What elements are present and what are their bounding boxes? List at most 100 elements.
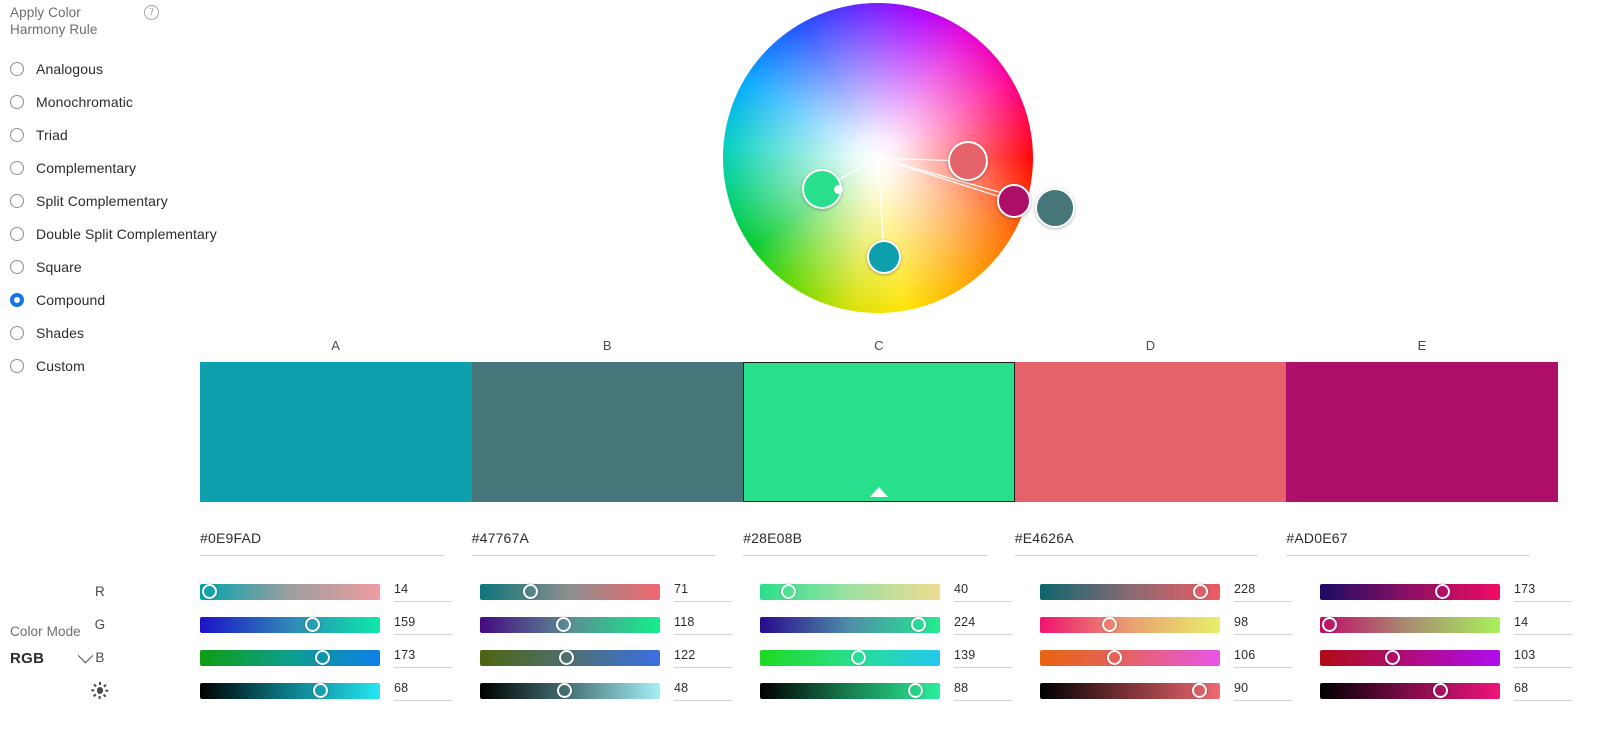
slider-knob-b-g[interactable] — [555, 617, 571, 632]
slider-knob-d-brightness[interactable] — [1191, 683, 1207, 698]
slider-value-e-b[interactable]: 103 — [1514, 648, 1572, 668]
slider-knob-e-r[interactable] — [1434, 584, 1450, 599]
slider-knob-a-b[interactable] — [314, 650, 330, 665]
slider-knob-d-r[interactable] — [1193, 584, 1209, 599]
slider-track-d-g[interactable] — [1040, 616, 1220, 633]
slider-track-d-brightness[interactable] — [1040, 682, 1220, 699]
channel-label-g: G — [94, 617, 106, 632]
slider-value-c-b[interactable]: 139 — [954, 648, 1012, 668]
harmony-rule-complementary[interactable]: Complementary — [10, 151, 205, 184]
wheel-node-b[interactable] — [1034, 187, 1075, 228]
harmony-rule-label: Compound — [36, 291, 106, 308]
hex-input-e[interactable]: #AD0E67 — [1286, 530, 1530, 556]
slider-value-c-g[interactable]: 224 — [954, 615, 1012, 635]
wheel-node-c[interactable] — [802, 169, 844, 209]
slider-knob-e-b[interactable] — [1385, 650, 1401, 665]
slider-knob-e-brightness[interactable] — [1433, 683, 1449, 698]
slider-knob-b-brightness[interactable] — [557, 683, 573, 698]
wheel-node-d[interactable] — [947, 141, 988, 182]
slider-track-e-g[interactable] — [1320, 616, 1500, 633]
sun-core — [96, 687, 104, 694]
slider-track-c-g[interactable] — [760, 616, 940, 633]
slider-track-e-b[interactable] — [1320, 649, 1500, 666]
slider-cells: 68 48 88 90 68 — [200, 681, 1600, 701]
slider-track-c-r[interactable] — [760, 583, 940, 600]
hex-value-row: #0E9FAD #47767A #28E08B #E4626A #AD0E67 — [200, 530, 1558, 556]
harmony-rule-shades[interactable]: Shades — [10, 316, 205, 349]
slider-value-d-brightness[interactable]: 90 — [1234, 681, 1292, 701]
harmony-rule-triad[interactable]: Triad — [10, 118, 205, 151]
slider-knob-d-b[interactable] — [1107, 650, 1123, 665]
slider-value-c-r[interactable]: 40 — [954, 582, 1012, 602]
slider-knob-d-g[interactable] — [1101, 617, 1117, 632]
hex-input-a[interactable]: #0E9FAD — [200, 530, 444, 556]
slider-track-b-b[interactable] — [480, 649, 660, 666]
hex-input-c[interactable]: #28E08B — [743, 530, 987, 556]
help-circle-icon[interactable]: ? — [144, 5, 159, 20]
slider-value-a-b[interactable]: 173 — [394, 648, 452, 668]
slider-value-b-r[interactable]: 71 — [674, 582, 732, 602]
slider-track-a-r[interactable] — [200, 583, 380, 600]
slider-track-b-brightness[interactable] — [480, 682, 660, 699]
slider-knob-c-b[interactable] — [850, 650, 866, 665]
panel-title: Apply Color Harmony Rule — [10, 5, 98, 37]
slider-track-b-r[interactable] — [480, 583, 660, 600]
harmony-rule-compound[interactable]: Compound — [10, 283, 205, 316]
slider-track-a-g[interactable] — [200, 616, 380, 633]
slider-knob-a-g[interactable] — [304, 617, 320, 632]
slider-value-c-brightness[interactable]: 88 — [954, 681, 1012, 701]
wheel-node-e[interactable] — [997, 184, 1032, 219]
harmony-rule-custom[interactable]: Custom — [10, 349, 205, 382]
harmony-rule-double-split-complementary[interactable]: Double Split Complementary — [10, 217, 217, 250]
slider-value-e-r[interactable]: 173 — [1514, 582, 1572, 602]
harmony-rule-square[interactable]: Square — [10, 250, 205, 283]
hex-input-d[interactable]: #E4626A — [1014, 530, 1259, 556]
slider-knob-c-brightness[interactable] — [908, 683, 924, 698]
slider-value-b-brightness[interactable]: 48 — [674, 681, 732, 701]
channel-slider-section: R 14 71 40 228 173 G 159 118 224 98 14 B 173 122 139 106… — [0, 575, 1600, 707]
slider-knob-c-g[interactable] — [910, 617, 926, 632]
slider-knob-b-b[interactable] — [558, 650, 574, 665]
swatch-a[interactable] — [200, 362, 472, 502]
slider-value-a-r[interactable]: 14 — [394, 582, 452, 602]
swatch-e[interactable] — [1286, 362, 1558, 502]
slider-knob-a-brightness[interactable] — [313, 683, 329, 698]
slider-knob-e-g[interactable] — [1322, 617, 1338, 632]
slider-knob-c-r[interactable] — [780, 584, 796, 599]
slider-cell-a-brightness: 68 — [200, 681, 480, 701]
slider-track-a-b[interactable] — [200, 649, 380, 666]
slider-track-d-r[interactable] — [1040, 583, 1220, 600]
slider-value-d-r[interactable]: 228 — [1234, 582, 1292, 602]
slider-track-c-b[interactable] — [760, 649, 940, 666]
slider-value-a-brightness[interactable]: 68 — [394, 681, 452, 701]
hex-input-b[interactable]: #47767A — [471, 530, 716, 556]
harmony-rule-monochromatic[interactable]: Monochromatic — [10, 85, 205, 118]
slider-knob-a-r[interactable] — [202, 584, 218, 599]
slider-value-b-b[interactable]: 122 — [674, 648, 732, 668]
slider-track-d-b[interactable] — [1040, 649, 1220, 666]
slider-knob-b-r[interactable] — [522, 584, 538, 599]
slider-value-a-g[interactable]: 159 — [394, 615, 452, 635]
slider-track-e-brightness[interactable] — [1320, 682, 1500, 699]
slider-cell-d-b: 106 — [1040, 648, 1320, 668]
slider-track-b-g[interactable] — [480, 616, 660, 633]
swatch-b[interactable] — [471, 362, 744, 502]
slider-value-e-brightness[interactable]: 68 — [1514, 681, 1572, 701]
slider-track-c-brightness[interactable] — [760, 682, 940, 699]
harmony-rule-split-complementary[interactable]: Split Complementary — [10, 184, 205, 217]
slider-value-d-b[interactable]: 106 — [1234, 648, 1292, 668]
slider-value-b-g[interactable]: 118 — [674, 615, 732, 635]
color-wheel[interactable] — [723, 3, 1075, 313]
slider-value-d-g[interactable]: 98 — [1234, 615, 1292, 635]
wheel-node-a[interactable] — [867, 240, 902, 275]
swatch-d[interactable] — [1014, 362, 1287, 502]
slider-value-e-g[interactable]: 14 — [1514, 615, 1572, 635]
harmony-rule-panel: Apply Color Harmony Rule ? Analogous Mono… — [10, 4, 217, 382]
harmony-rule-analogous[interactable]: Analogous — [10, 52, 205, 85]
slider-cell-c-b: 139 — [760, 648, 1040, 668]
slider-track-e-r[interactable] — [1320, 583, 1500, 600]
slider-track-a-brightness[interactable] — [200, 682, 380, 699]
slider-cell-d-g: 98 — [1040, 615, 1320, 635]
swatch-letter-a: A — [331, 338, 341, 353]
swatch-c[interactable] — [743, 362, 1015, 502]
